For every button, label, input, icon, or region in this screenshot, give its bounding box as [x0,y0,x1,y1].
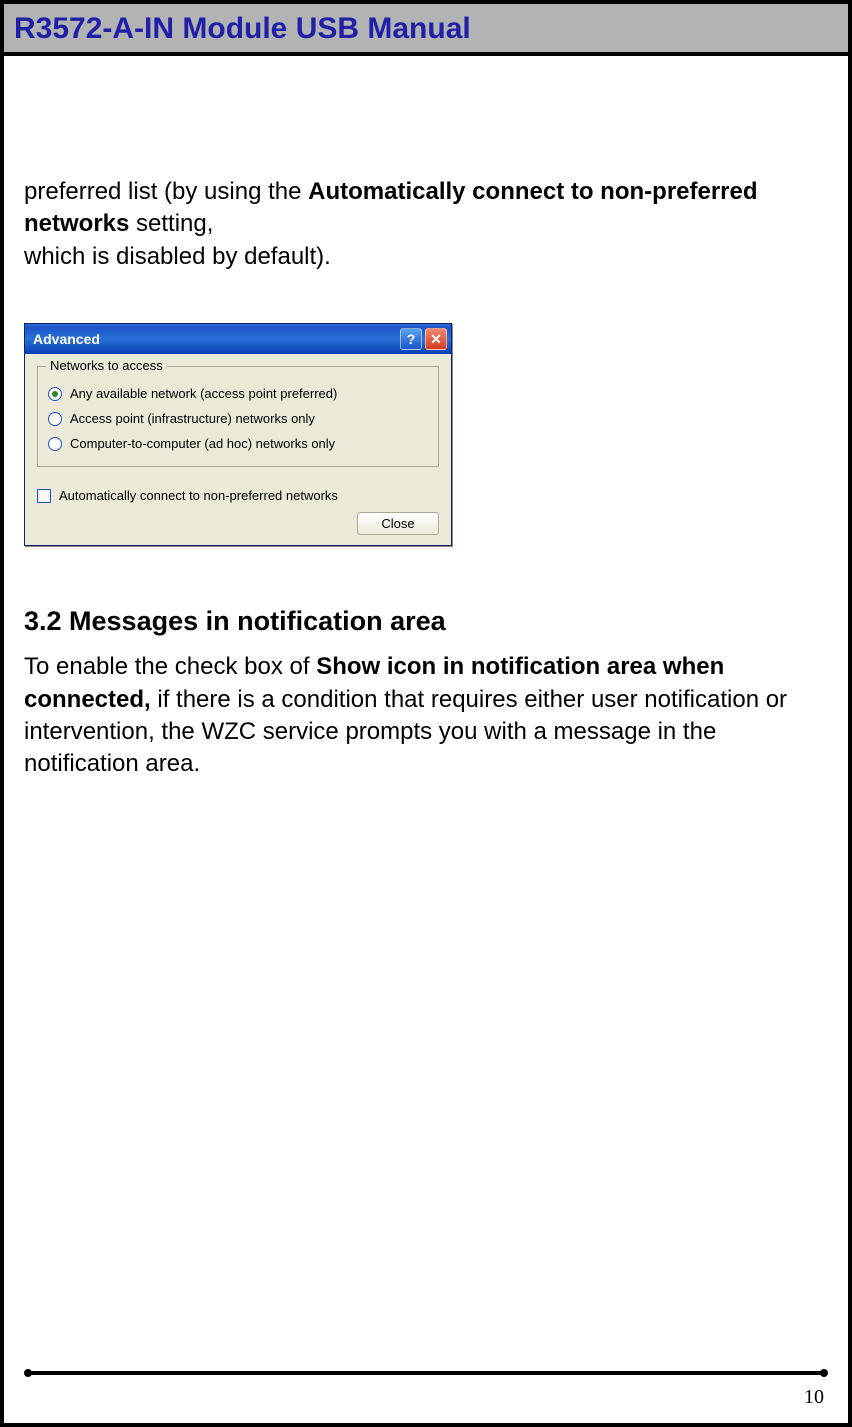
help-icon: ? [407,331,416,347]
radio-option-adhoc-only[interactable]: Computer-to-computer (ad hoc) networks o… [48,431,428,456]
close-button-label: Close [381,516,414,531]
close-icon: ✕ [430,331,442,348]
section-paragraph: To enable the check box of Show icon in … [24,651,828,781]
auto-connect-checkbox-row[interactable]: Automatically connect to non-preferred n… [37,483,439,508]
checkbox-label: Automatically connect to non-preferred n… [59,488,338,503]
section-p-prefix: To enable the check box of [24,653,316,680]
intro-line1-prefix: preferred list (by using the [24,178,308,205]
help-button[interactable]: ? [400,328,422,350]
groupbox-legend: Networks to access [46,358,167,373]
page-number: 10 [804,1386,824,1409]
advanced-dialog: Advanced ? ✕ Networks to access [24,323,452,546]
close-icon-button[interactable]: ✕ [425,328,447,350]
radio-icon [48,437,62,451]
dialog-titlebar[interactable]: Advanced ? ✕ [25,324,451,354]
radio-label: Access point (infrastructure) networks o… [70,411,315,426]
page-header: R3572-A-IN Module USB Manual [4,4,848,56]
radio-label: Any available network (access point pref… [70,386,337,401]
screenshot-figure: Advanced ? ✕ Networks to access [24,323,828,546]
dialog-title: Advanced [33,331,100,347]
document-page: R3572-A-IN Module USB Manual preferred l… [0,0,852,1427]
footer-rule [28,1371,824,1375]
radio-option-access-point-only[interactable]: Access point (infrastructure) networks o… [48,406,428,431]
radio-icon [48,387,62,401]
intro-paragraph: preferred list (by using the Automatical… [24,176,828,273]
checkbox-icon [37,489,51,503]
radio-label: Computer-to-computer (ad hoc) networks o… [70,436,335,451]
radio-option-any-available[interactable]: Any available network (access point pref… [48,381,428,406]
close-button[interactable]: Close [357,512,439,535]
radio-icon [48,412,62,426]
intro-line1-suffix: setting, [129,210,213,237]
dialog-body: Networks to access Any available network… [25,354,451,545]
page-body: preferred list (by using the Automatical… [4,56,848,781]
networks-groupbox: Networks to access Any available network… [37,366,439,467]
dialog-button-row: Close [37,508,439,535]
footer-ornament-right [820,1369,828,1377]
section-heading: 3.2 Messages in notification area [24,606,828,637]
titlebar-buttons: ? ✕ [400,328,447,350]
page-header-title: R3572-A-IN Module USB Manual [14,12,471,45]
intro-line2: which is disabled by default). [24,243,331,270]
